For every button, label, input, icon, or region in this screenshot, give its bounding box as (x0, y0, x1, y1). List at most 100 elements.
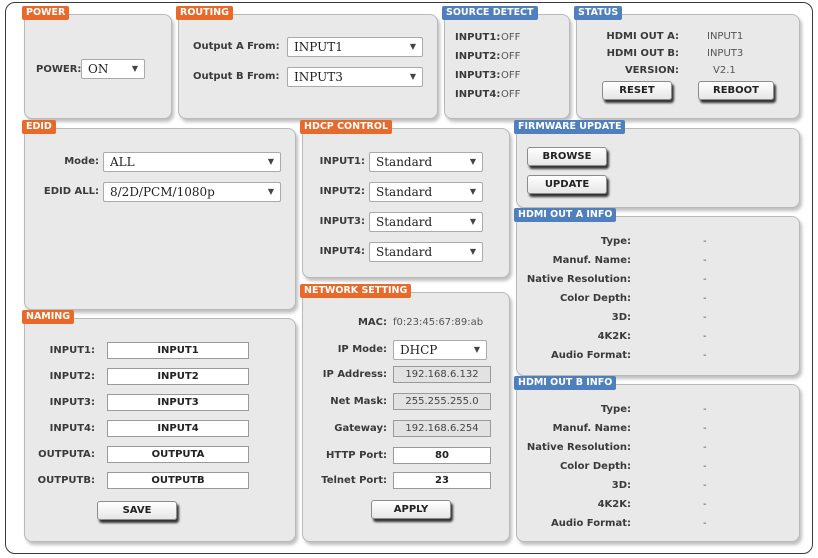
hdcp-input2-select-value: Standard (376, 185, 433, 199)
out-a-type-value: - (703, 236, 707, 247)
source-detect-panel: SOURCE DETECT INPUT1: OFF INPUT2: OFF IN… (442, 6, 570, 119)
chevron-down-icon: ▼ (469, 217, 476, 226)
firmware-update-panel: FIRMWARE UPDATE BROWSE UPDATE (514, 120, 800, 208)
routing-panel: ROUTING Output A From: INPUT1 ▼ Output B… (176, 6, 438, 119)
out-b-audio-format-label: Audio Format: (551, 518, 631, 529)
out-a-3d-value: - (703, 312, 707, 323)
routing-title: ROUTING (176, 6, 233, 20)
out-b-color-depth-label: Color Depth: (559, 461, 631, 472)
hdmi-out-b-title: HDMI OUT B INFO (514, 376, 617, 390)
hdcp-input2-select[interactable]: Standard ▼ (369, 182, 483, 202)
hdcp-input1-select[interactable]: Standard ▼ (369, 152, 483, 172)
source-detect-title: SOURCE DETECT (442, 6, 538, 20)
edid-mode-label: Mode: (64, 156, 99, 167)
naming-input3-field[interactable]: INPUT3 (107, 394, 249, 411)
chevron-down-icon: ▼ (267, 187, 274, 196)
source-input2-value: OFF (501, 51, 521, 62)
out-b-4k2k-value: - (703, 499, 707, 510)
out-a-4k2k-value: - (703, 331, 707, 342)
hdcp-input4-select-value: Standard (376, 245, 433, 259)
hdcp-input2-label: INPUT2: (319, 186, 365, 197)
hdcp-input4-select[interactable]: Standard ▼ (369, 242, 483, 262)
source-input4-value: OFF (501, 89, 521, 100)
hdcp-input1-label: INPUT1: (319, 156, 365, 167)
network-setting-panel: NETWORK SETTING MAC: f0:23:45:67:89:ab I… (300, 284, 510, 542)
version-value: V2.1 (713, 65, 736, 76)
apply-button[interactable]: APPLY (371, 500, 451, 519)
naming-input1-field[interactable]: INPUT1 (107, 342, 249, 359)
hdmi-out-b-info-panel: HDMI OUT B INFO Type: - Manuf. Name: - N… (514, 376, 800, 542)
status-out-a-label: HDMI OUT A: (606, 31, 679, 42)
ip-mode-select[interactable]: DHCP ▼ (393, 340, 487, 360)
out-a-color-depth-label: Color Depth: (559, 293, 631, 304)
out-b-color-depth-value: - (703, 461, 707, 472)
source-input4-label: INPUT4: (455, 89, 501, 100)
hdmi-out-a-info-panel: HDMI OUT A INFO Type: - Manuf. Name: - N… (514, 208, 800, 376)
naming-input1-label: INPUT1: (49, 345, 95, 356)
output-b-select-value: INPUT3 (294, 70, 343, 84)
hdmi-out-a-title: HDMI OUT A INFO (514, 208, 617, 222)
mac-label: MAC: (357, 317, 387, 328)
power-label: POWER: (36, 64, 82, 75)
out-a-audio-format-value: - (703, 350, 707, 361)
chevron-down-icon: ▼ (469, 187, 476, 196)
edid-mode-select[interactable]: ALL ▼ (103, 152, 281, 172)
naming-input3-label: INPUT3: (49, 397, 95, 408)
out-a-resolution-value: - (703, 274, 707, 285)
edid-all-select[interactable]: 8/2D/PCM/1080p ▼ (103, 182, 281, 202)
source-input3-label: INPUT3: (455, 70, 501, 81)
naming-input2-label: INPUT2: (49, 371, 95, 382)
output-b-label: Output B From: (193, 71, 280, 82)
status-out-b-label: HDMI OUT B: (606, 48, 679, 59)
out-a-audio-format-label: Audio Format: (551, 350, 631, 361)
gateway-field[interactable]: 192.168.6.254 (393, 420, 491, 437)
firmware-title: FIRMWARE UPDATE (514, 120, 626, 134)
hdcp-input1-select-value: Standard (376, 155, 433, 169)
naming-input4-field[interactable]: INPUT4 (107, 420, 249, 437)
out-b-3d-value: - (703, 480, 707, 491)
reset-button[interactable]: RESET (602, 81, 672, 100)
naming-input4-label: INPUT4: (49, 423, 95, 434)
hdcp-input3-select[interactable]: Standard ▼ (369, 212, 483, 232)
out-a-manuf-value: - (703, 255, 707, 266)
naming-outputa-label: OUTPUTA: (38, 449, 95, 460)
chevron-down-icon: ▼ (131, 64, 138, 73)
net-mask-field[interactable]: 255.255.255.0 (393, 393, 491, 410)
hdcp-input3-label: INPUT3: (319, 216, 365, 227)
output-b-select[interactable]: INPUT3 ▼ (287, 67, 423, 87)
chevron-down-icon: ▼ (473, 345, 480, 354)
chevron-down-icon: ▼ (409, 42, 416, 51)
edid-title: EDID (22, 120, 56, 134)
naming-input2-field[interactable]: INPUT2 (107, 368, 249, 385)
edid-all-label: EDID ALL: (43, 186, 99, 197)
hdcp-input4-label: INPUT4: (319, 246, 365, 257)
ip-mode-label: IP Mode: (337, 344, 387, 355)
edid-all-select-value: 8/2D/PCM/1080p (110, 185, 215, 199)
out-a-resolution-label: Native Resolution: (526, 274, 631, 285)
source-input1-label: INPUT1: (455, 32, 501, 43)
net-mask-label: Net Mask: (330, 396, 387, 407)
reboot-button[interactable]: REBOOT (698, 81, 774, 100)
out-b-manuf-label: Manuf. Name: (552, 423, 631, 434)
power-panel: POWER POWER: ON ▼ (22, 6, 172, 119)
naming-outputb-label: OUTPUTB: (37, 475, 95, 486)
out-b-resolution-value: - (703, 442, 707, 453)
chevron-down-icon: ▼ (409, 72, 416, 81)
power-select[interactable]: ON ▼ (81, 59, 145, 79)
http-port-field[interactable]: 80 (393, 447, 491, 464)
output-a-select[interactable]: INPUT1 ▼ (287, 37, 423, 57)
telnet-port-field[interactable]: 23 (393, 472, 491, 489)
naming-outputb-field[interactable]: OUTPUTB (107, 472, 249, 489)
source-input1-value: OFF (501, 32, 521, 43)
hdcp-title: HDCP CONTROL (300, 120, 393, 134)
save-button[interactable]: SAVE (97, 501, 177, 520)
out-b-manuf-value: - (703, 423, 707, 434)
naming-outputa-field[interactable]: OUTPUTA (107, 446, 249, 463)
source-input2-label: INPUT2: (455, 51, 501, 62)
ip-address-field[interactable]: 192.168.6.132 (393, 366, 491, 383)
hdcp-control-panel: HDCP CONTROL INPUT1: Standard ▼ INPUT2: … (300, 120, 510, 278)
browse-button[interactable]: BROWSE (527, 147, 607, 166)
source-input3-value: OFF (501, 70, 521, 81)
mac-value: f0:23:45:67:89:ab (393, 317, 484, 328)
update-button[interactable]: UPDATE (527, 175, 607, 194)
